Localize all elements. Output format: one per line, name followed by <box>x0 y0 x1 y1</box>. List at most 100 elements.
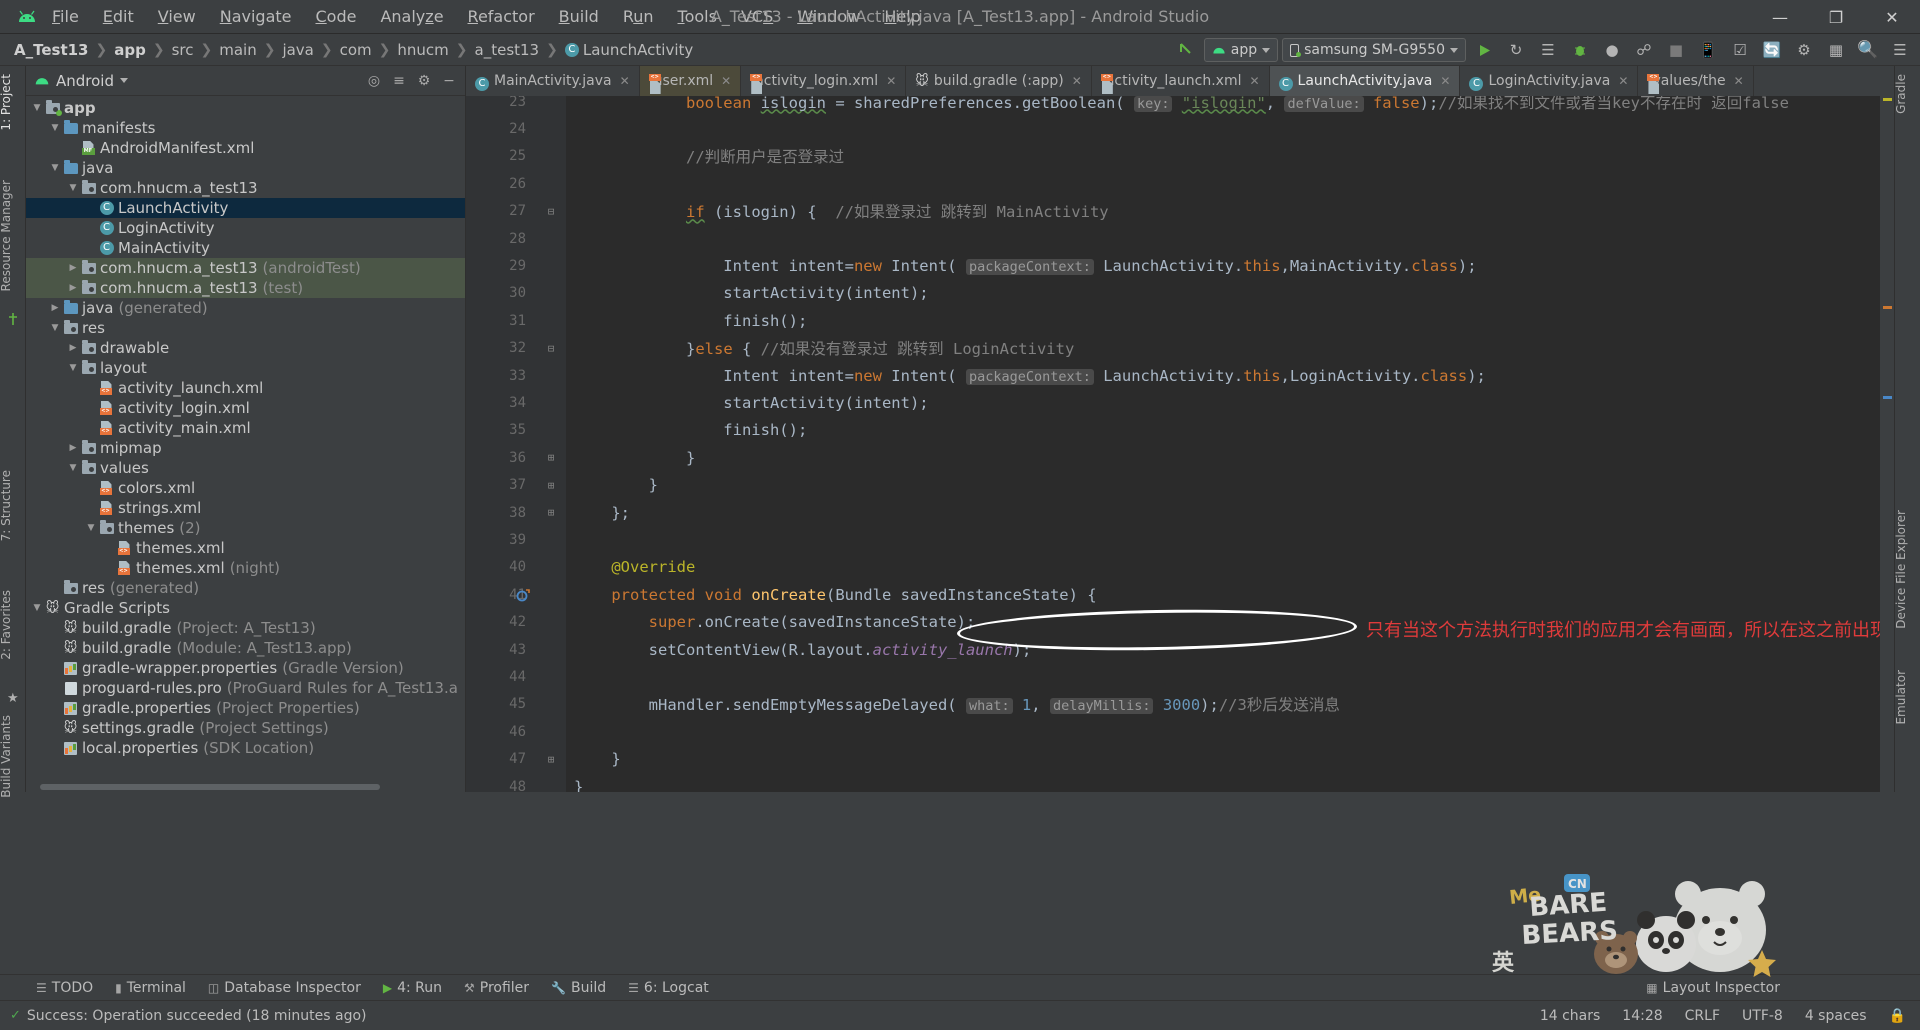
bottom-tool-window-bar[interactable]: ☰ TODO ▮ Terminal ◫ Database Inspector ▶ 4: Run… <box>0 974 1920 1000</box>
tree-item-activity-main-xml[interactable]: <> activity_main.xml <box>26 418 465 438</box>
code-line-38[interactable]: 38 ⊞ }; <box>466 499 1890 526</box>
avd-manager-icon[interactable]: 📱 <box>1694 37 1722 63</box>
editor-tab-loginactivity-java[interactable]: C LoginActivity.java ✕ <box>1460 66 1639 96</box>
close-icon[interactable]: ✕ <box>1734 74 1744 88</box>
tree-item-settings-gradle[interactable]: 🐭 settings.gradle (Project Settings) <box>26 718 465 738</box>
code-line-39[interactable]: 39 <box>466 526 1890 553</box>
bottom-tool-build[interactable]: 🔧 Build <box>541 975 616 1001</box>
breadcrumb-item-6[interactable]: hnucm <box>397 41 448 59</box>
marker-warning[interactable] <box>1883 98 1892 101</box>
tree-item-build-gradle[interactable]: 🐭 build.gradle (Project: A_Test13) <box>26 618 465 638</box>
code-line-32[interactable]: 32 ⊟ }else { //如果没有登录过 跳转到 LoginActivity <box>466 335 1890 362</box>
menu-edit[interactable]: Edit <box>91 0 146 34</box>
breadcrumb-item-7[interactable]: a_test13 <box>475 41 540 59</box>
bottom-tool-4-run[interactable]: ▶ 4: Run <box>373 975 452 1001</box>
tree-item-local-properties[interactable]: local.properties (SDK Location) <box>26 738 465 758</box>
menu-navigate[interactable]: Navigate <box>208 0 304 34</box>
lock-icon[interactable]: 🔒 <box>1889 1008 1906 1024</box>
chevron-down-icon[interactable]: ▼ <box>66 463 80 473</box>
close-icon[interactable]: ✕ <box>721 74 731 88</box>
tree-item-com-hnucm-a-test13[interactable]: ▶ com.hnucm.a_test13 (test) <box>26 278 465 298</box>
close-icon[interactable]: ✕ <box>1440 74 1450 88</box>
close-icon[interactable]: ✕ <box>886 74 896 88</box>
code-line-25[interactable]: 25 //判断用户是否登录过 <box>466 143 1890 170</box>
editor-marker-bar[interactable] <box>1880 96 1894 792</box>
menu-run[interactable]: Run <box>611 0 666 34</box>
search-icon[interactable]: 🔍 <box>1854 37 1882 63</box>
minimize-button[interactable]: — <box>1752 0 1808 34</box>
chevron-down-icon[interactable]: ▼ <box>48 163 62 173</box>
fold-toggle-icon[interactable]: ⊞ <box>536 753 566 766</box>
rail-item-project[interactable]: 1: Project <box>0 70 25 135</box>
rail-item-build-variants[interactable]: Build Variants <box>0 711 25 802</box>
tree-item-mainactivity[interactable]: C MainActivity <box>26 238 465 258</box>
sync-gradle-icon[interactable]: 🔄 <box>1758 37 1786 63</box>
code-line-29[interactable]: 29 Intent intent=new Intent( packageCont… <box>466 252 1890 279</box>
code-line-36[interactable]: 36 ⊞ } <box>466 444 1890 471</box>
chevron-down-icon[interactable]: ▼ <box>66 183 80 193</box>
editor-tab-values-the[interactable]: <> values/the ✕ <box>1638 66 1754 96</box>
close-icon[interactable]: ✕ <box>1618 74 1628 88</box>
tree-item-manifests[interactable]: ▼ manifests <box>26 118 465 138</box>
menu-view[interactable]: View <box>146 0 208 34</box>
bottom-tool-6-logcat[interactable]: ☰ 6: Logcat <box>618 975 719 1001</box>
breadcrumb-item-0[interactable]: A_Test13 <box>14 41 89 59</box>
editor-tab-user-xml[interactable]: <> user.xml ✕ <box>639 66 742 96</box>
code-line-44[interactable]: 44 <box>466 663 1890 690</box>
tree-item-colors-xml[interactable]: <> colors.xml <box>26 478 465 498</box>
bottom-tool-todo[interactable]: ☰ TODO <box>26 975 103 1001</box>
device-selector[interactable]: samsung SM-G9550 <box>1282 38 1466 62</box>
project-tree[interactable]: ▼ app ▼ manifests MF AndroidManifest.xml ▼ java… <box>26 96 465 758</box>
code-line-41[interactable]: 41 protected void onCreate(Bundle savedI… <box>466 581 1890 608</box>
project-view-selector-label[interactable]: Android <box>56 72 114 90</box>
chevron-right-icon[interactable]: ▶ <box>66 443 80 453</box>
code-editor[interactable]: 23 boolean islogin = sharedPreferences.g… <box>466 96 1890 792</box>
stop-icon[interactable]: ■ <box>1662 37 1690 63</box>
status-encoding[interactable]: UTF-8 <box>1742 1008 1783 1024</box>
code-line-40[interactable]: 40 @Override <box>466 554 1890 581</box>
tree-item-com-hnucm-a-test13[interactable]: ▶ com.hnucm.a_test13 (androidTest) <box>26 258 465 278</box>
bottom-tool-database-inspector[interactable]: ◫ Database Inspector <box>198 975 371 1001</box>
code-line-37[interactable]: 37 ⊞ } <box>466 472 1890 499</box>
tree-item-themes-xml[interactable]: <> themes.xml (night) <box>26 558 465 578</box>
rail-item-emulator[interactable]: Emulator <box>1894 666 1920 729</box>
debug-icon[interactable] <box>1566 37 1594 63</box>
run-icon[interactable] <box>1470 37 1498 63</box>
module-selector[interactable]: app <box>1203 38 1279 62</box>
tree-item-proguard-rules-pro[interactable]: proguard-rules.pro (ProGuard Rules for A_… <box>26 678 465 698</box>
editor-tab-bar[interactable]: C MainActivity.java ✕ <> user.xml ✕ <> activity… <box>466 66 1890 96</box>
close-icon[interactable]: ✕ <box>1249 74 1259 88</box>
editor-tab-mainactivity-java[interactable]: C MainActivity.java ✕ <box>466 66 640 96</box>
marker-change[interactable] <box>1883 306 1892 309</box>
more-icon[interactable]: ☰ <box>1886 37 1914 63</box>
bottom-tool-layout-inspector[interactable]: ▦ Layout Inspector <box>1636 975 1790 1001</box>
back-arrow-icon[interactable] <box>1172 37 1200 63</box>
chevron-right-icon[interactable]: ▶ <box>66 263 80 273</box>
code-line-48[interactable]: 48} <box>466 773 1890 792</box>
tree-item-app[interactable]: ▼ app <box>26 98 465 118</box>
rail-item-favorites[interactable]: 2: Favorites <box>0 586 25 664</box>
chevron-right-icon[interactable]: ▶ <box>48 303 62 313</box>
tree-item-gradle-scripts[interactable]: ▼ 🐭 Gradle Scripts <box>26 598 465 618</box>
attach-debugger-icon[interactable]: ☍ <box>1630 37 1658 63</box>
rerun-icon[interactable]: ↻ <box>1502 37 1530 63</box>
project-panel-horizontal-scrollbar[interactable] <box>26 782 465 792</box>
editor-tab-build-gradle-app[interactable]: 🐭 build.gradle (:app) ✕ <box>906 66 1092 96</box>
fold-toggle-icon[interactable]: ⊞ <box>536 479 566 492</box>
chevron-right-icon[interactable]: ▶ <box>66 283 80 293</box>
code-line-24[interactable]: 24 <box>466 115 1890 142</box>
menu-file[interactable]: File <box>40 0 91 34</box>
rail-item-resource-manager[interactable]: Resource Manager <box>0 176 25 295</box>
tree-item-mipmap[interactable]: ▶ mipmap <box>26 438 465 458</box>
menu-code[interactable]: Code <box>304 0 369 34</box>
code-line-35[interactable]: 35 finish(); <box>466 417 1890 444</box>
scrollbar-thumb[interactable] <box>40 784 380 790</box>
tree-item-androidmanifest-xml[interactable]: MF AndroidManifest.xml <box>26 138 465 158</box>
tree-item-gradle-wrapper-properties[interactable]: gradle-wrapper.properties (Gradle Version… <box>26 658 465 678</box>
editor-tab-activity-login-xml[interactable]: <> activity_login.xml ✕ <box>741 66 907 96</box>
override-gutter-icon[interactable] <box>516 587 530 602</box>
breadcrumb-item-1[interactable]: app <box>114 41 146 59</box>
tree-item-gradle-properties[interactable]: gradle.properties (Project Properties) <box>26 698 465 718</box>
tree-item-themes-xml[interactable]: <> themes.xml <box>26 538 465 558</box>
chevron-down-icon[interactable]: ▼ <box>30 103 44 113</box>
